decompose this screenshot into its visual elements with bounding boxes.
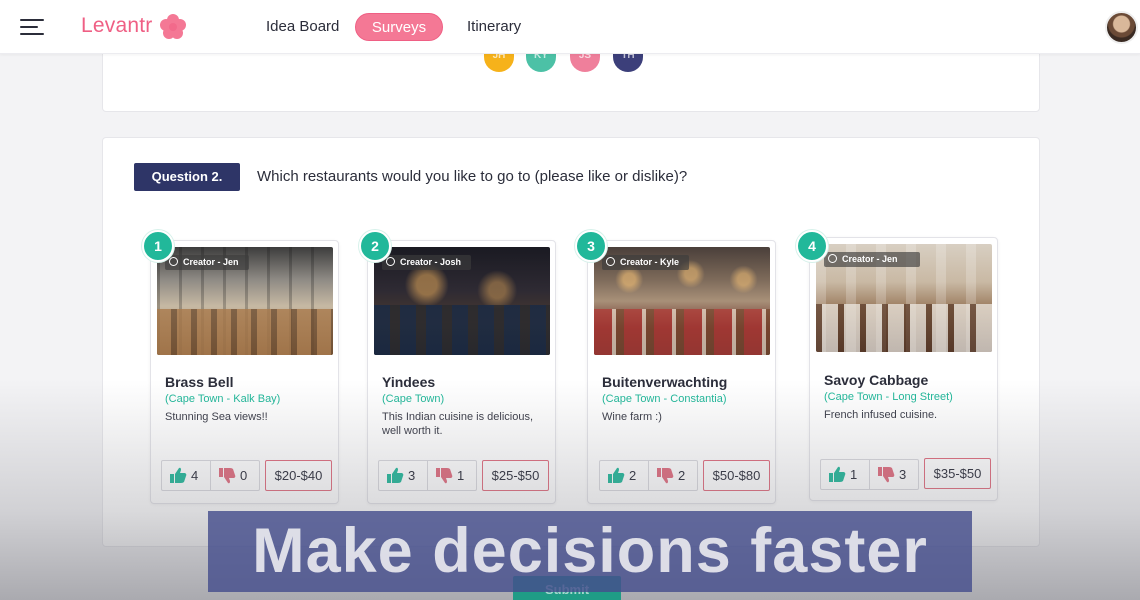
- like-button[interactable]: 1: [820, 459, 870, 490]
- question-text: Which restaurants would you like to go t…: [257, 168, 688, 185]
- restaurant-name: Buitenverwachting: [602, 374, 728, 390]
- user-avatar[interactable]: [1105, 11, 1138, 44]
- creator-tag: Creator - Jen: [165, 255, 249, 270]
- dislike-count: 0: [240, 468, 248, 483]
- user-icon: [169, 257, 178, 266]
- price-range-tag: $25-$50: [482, 460, 549, 491]
- restaurant-number-badge: 2: [359, 230, 391, 262]
- like-button[interactable]: 3: [378, 460, 428, 491]
- dislike-count: 3: [899, 467, 907, 482]
- restaurant-location: (Cape Town - Constantia): [602, 393, 727, 405]
- restaurant-location: (Cape Town - Kalk Bay): [165, 393, 281, 405]
- user-icon: [606, 257, 615, 266]
- dislike-button[interactable]: 2: [648, 460, 698, 491]
- like-count: 4: [191, 468, 199, 483]
- creator-name: Creator - Josh: [400, 257, 462, 267]
- restaurant-number-badge: 1: [142, 230, 174, 262]
- thumbs-up-icon: [829, 466, 846, 482]
- thumbs-down-icon: [436, 468, 453, 484]
- dislike-button[interactable]: 0: [210, 460, 260, 491]
- restaurant-number-badge: 4: [796, 230, 828, 262]
- thumbs-up-icon: [608, 467, 625, 483]
- thumbs-down-icon: [219, 468, 236, 484]
- price-range-tag: $50-$80: [703, 460, 770, 491]
- restaurant-name: Brass Bell: [165, 374, 234, 390]
- user-icon: [386, 257, 395, 266]
- top-navigation-bar: Levantr Idea Board Surveys Itinerary: [0, 0, 1140, 54]
- restaurant-photo: Creator - Kyle: [594, 247, 770, 355]
- like-count: 2: [629, 468, 637, 483]
- thumbs-down-icon: [878, 467, 895, 483]
- like-button[interactable]: 4: [161, 460, 211, 491]
- restaurant-description: Stunning Sea views!!: [165, 411, 268, 423]
- dislike-count: 1: [457, 468, 465, 483]
- creator-name: Creator - Jen: [842, 254, 898, 264]
- dislike-count: 2: [678, 468, 686, 483]
- like-count: 3: [408, 468, 416, 483]
- caption-banner: Make decisions faster: [208, 511, 972, 592]
- dislike-button[interactable]: 3: [869, 459, 919, 490]
- restaurant-name: Yindees: [382, 374, 436, 390]
- thumbs-down-icon: [657, 468, 674, 484]
- flower-logo-icon: [160, 14, 186, 39]
- restaurant-location: (Cape Town - Long Street): [824, 391, 953, 403]
- caption-text: Make decisions faster: [252, 516, 928, 586]
- restaurant-photo: Creator - Jen: [157, 247, 333, 355]
- restaurant-description: French infused cuisine.: [824, 409, 938, 421]
- restaurant-photo: Creator - Josh: [374, 247, 550, 355]
- tab-idea-board[interactable]: Idea Board: [266, 13, 339, 41]
- tab-surveys[interactable]: Surveys: [355, 13, 443, 41]
- restaurant-name: Savoy Cabbage: [824, 372, 929, 388]
- restaurant-description: Wine farm :): [602, 411, 662, 423]
- restaurant-description: This Indian cuisine is delicious, well w…: [382, 411, 534, 437]
- question-number-badge: Question 2.: [134, 163, 240, 191]
- dislike-button[interactable]: 1: [427, 460, 477, 491]
- app-logo-text[interactable]: Levantr: [81, 14, 152, 38]
- creator-tag: Creator - Josh: [382, 255, 472, 270]
- restaurant-number-badge: 3: [575, 230, 607, 262]
- thumbs-up-icon: [387, 467, 404, 483]
- creator-name: Creator - Jen: [183, 257, 239, 267]
- user-icon: [828, 254, 837, 263]
- creator-name: Creator - Kyle: [620, 257, 680, 267]
- like-button[interactable]: 2: [599, 460, 649, 491]
- hamburger-menu-icon[interactable]: [20, 18, 44, 36]
- thumbs-up-icon: [170, 467, 187, 483]
- tab-itinerary[interactable]: Itinerary: [467, 13, 521, 41]
- price-range-tag: $20-$40: [265, 460, 332, 491]
- like-count: 1: [850, 467, 858, 482]
- creator-tag: Creator - Kyle: [602, 255, 690, 270]
- price-range-tag: $35-$50: [924, 458, 991, 489]
- creator-tag: Creator - Jen: [824, 252, 920, 267]
- restaurant-photo: Creator - Jen: [816, 244, 992, 352]
- restaurant-location: (Cape Town): [382, 393, 445, 405]
